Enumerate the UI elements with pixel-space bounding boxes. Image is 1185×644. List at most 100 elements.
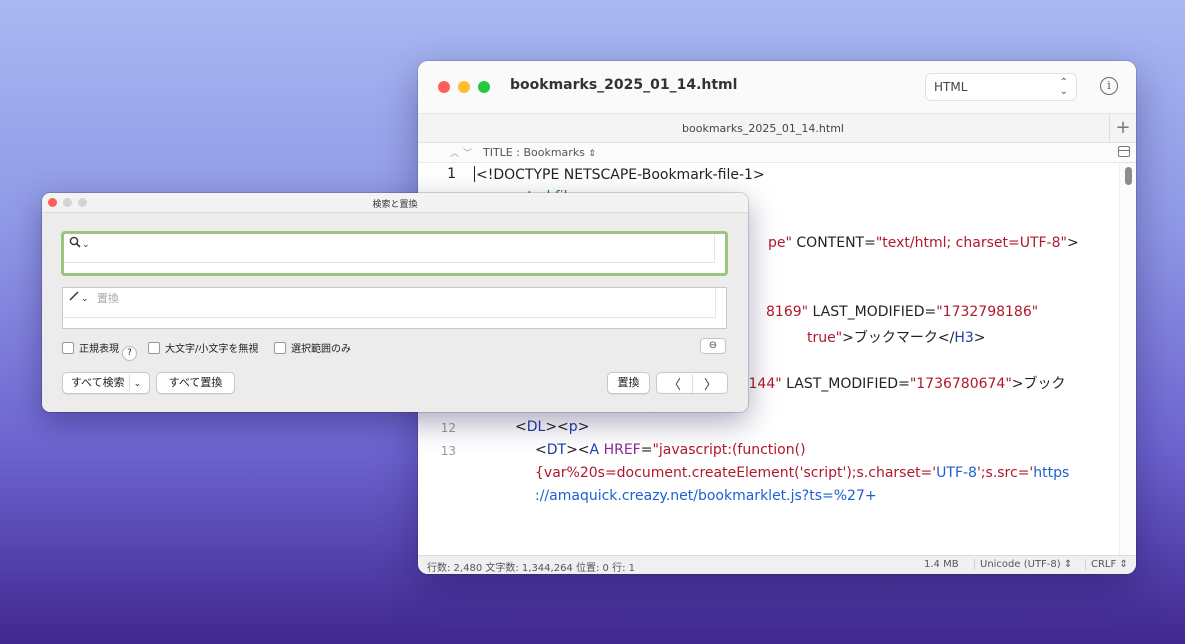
ignore-case-option[interactable]: 大文字/小文字を無視 [148, 340, 258, 355]
code-token: 8169" [766, 304, 809, 320]
encoding-select[interactable]: Unicode (UTF-8) ⇕ [974, 559, 1072, 570]
ignore-case-checkbox[interactable] [148, 342, 160, 354]
code-line[interactable]: 12 <DL><p> [418, 418, 1123, 440]
code-token: {var%20s=document.createElement('script'… [535, 465, 937, 481]
code-token: >ブック [1011, 376, 1066, 392]
code-text: <!DOCTYPE NETSCAPE-Bookmark-file-1> [474, 166, 765, 183]
code-token: < [535, 442, 547, 458]
code-text: <DT><A HREF="javascript:(function() [535, 442, 806, 458]
line-number: 13 [440, 444, 456, 458]
replace-all-button[interactable]: すべて置換 [156, 372, 235, 394]
code-token: DT [546, 442, 567, 458]
document-info: 行数: 2,480 文字数: 1,344,264 位置: 0 行: 1 [427, 563, 635, 574]
replace-input[interactable]: ⌄ 置換 [62, 287, 727, 329]
outline-nav-arrows-icon[interactable]: ︿﹀ [450, 146, 476, 159]
outline-menu[interactable]: TITLE : Bookmarks ⇕ [483, 146, 596, 159]
code-token: < [515, 419, 527, 435]
syntax-style-value: HTML [934, 80, 968, 94]
code-line[interactable]: 13 <DT><A HREF="javascript:(function() [418, 441, 1123, 463]
code-token: ://amaquick.creazy.net/bookmarklet.js?ts… [535, 488, 877, 504]
code-text: true">ブックマーク</H3> [807, 327, 986, 347]
replace-button[interactable]: 置換 [607, 372, 650, 394]
code-token: pe" [768, 235, 792, 251]
code-token: LAST_MODIFIED= [808, 304, 937, 320]
in-selection-label: 選択範囲のみ [291, 344, 351, 355]
help-button[interactable]: ? [122, 346, 137, 361]
find-previous-button[interactable]: 〈 [657, 374, 693, 393]
chevron-down-icon: ⌄ [81, 294, 89, 304]
code-token: https [1033, 465, 1070, 481]
code-token: "1732798186" [936, 304, 1039, 320]
find-next-button[interactable]: 〉 [693, 374, 728, 393]
close-button[interactable] [438, 81, 450, 93]
info-icon[interactable]: i [1100, 77, 1118, 95]
code-token: "1736780674" [909, 376, 1012, 392]
navigation-bar: ︿﹀ TITLE : Bookmarks ⇕ [418, 143, 1136, 163]
code-token: UTF-8 [936, 465, 977, 481]
code-token: >< [545, 419, 569, 435]
panel-titlebar: 検索と置換 [42, 193, 748, 213]
regex-option[interactable]: 正規表現? [62, 340, 137, 361]
code-token: HREF [599, 442, 641, 458]
find-all-button[interactable]: すべて検索 ⌄ [62, 372, 150, 394]
scrollbar-thumb[interactable] [1125, 167, 1132, 185]
code-token: >ブックマーク</ [842, 330, 955, 346]
code-token: = [640, 442, 653, 458]
code-token: >< [566, 442, 590, 458]
code-token: > [577, 419, 590, 435]
find-input[interactable]: ⌄ [61, 231, 728, 276]
chevron-updown-icon: ⇕ [1063, 559, 1073, 570]
code-line[interactable]: 1 <!DOCTYPE NETSCAPE-Bookmark-file-1> [418, 165, 1123, 187]
vertical-scrollbar[interactable] [1119, 163, 1136, 555]
find-navigation: 〈 〉 [656, 372, 728, 394]
replace-input-text-area[interactable] [63, 288, 716, 318]
more-options-icon[interactable]: ⊖ [700, 338, 726, 354]
in-selection-checkbox[interactable] [274, 342, 286, 354]
code-text: {var%20s=document.createElement('script'… [535, 465, 1069, 481]
chevron-down-icon: ⌄ [82, 240, 90, 250]
tab-bar: bookmarks_2025_01_14.html + [418, 113, 1136, 143]
code-token: "text/html; charset=UTF-8" [875, 235, 1067, 251]
regex-label: 正規表現 [79, 344, 119, 355]
find-all-label: すべて検索 [70, 376, 125, 389]
find-input-text-area[interactable] [64, 234, 715, 263]
code-text: <DL><p> [515, 419, 589, 435]
chevron-updown-icon: ⇕ [588, 149, 596, 159]
pencil-icon[interactable]: ⌄ [68, 290, 89, 304]
code-line[interactable]: ://amaquick.creazy.net/bookmarklet.js?ts… [418, 487, 1123, 509]
code-token: CONTENT= [791, 235, 876, 251]
zoom-button[interactable] [478, 81, 490, 93]
add-tab-button[interactable]: + [1109, 114, 1136, 142]
in-selection-option[interactable]: 選択範囲のみ [274, 340, 351, 355]
line-ending-select[interactable]: CRLF ⇕ [1085, 559, 1128, 570]
syntax-style-select[interactable]: HTML ⌃ ⌄ [925, 73, 1077, 101]
code-token: > [1066, 235, 1079, 251]
tab-document[interactable]: bookmarks_2025_01_14.html [418, 122, 1108, 135]
code-line[interactable]: {var%20s=document.createElement('script'… [418, 464, 1123, 486]
code-token: DL [526, 419, 546, 435]
encoding-value: Unicode (UTF-8) [980, 559, 1061, 570]
split-editor-icon[interactable] [1118, 146, 1130, 157]
status-bar: 行数: 2,480 文字数: 1,344,264 位置: 0 行: 1 1.4 … [418, 555, 1136, 574]
code-token: H3 [954, 330, 974, 346]
code-token: <!DOCTYPE NETSCAPE-Bookmark-file-1> [476, 167, 765, 183]
chevron-down-icon[interactable]: ⌄ [128, 374, 141, 394]
code-token: ';s.src=' [976, 465, 1034, 481]
code-token: p [568, 419, 578, 435]
chevron-updown-icon: ⇕ [1119, 559, 1128, 570]
editor-titlebar: bookmarks_2025_01_14.html HTML ⌃ ⌄ i [418, 61, 1136, 113]
replace-placeholder: 置換 [97, 292, 119, 305]
regex-checkbox[interactable] [62, 342, 74, 354]
code-token: > [973, 330, 986, 346]
file-size: 1.4 MB [924, 559, 959, 570]
text-caret [474, 166, 475, 182]
code-token: A [589, 442, 600, 458]
ignore-case-label: 大文字/小文字を無視 [165, 344, 259, 355]
window-title: bookmarks_2025_01_14.html [510, 77, 738, 93]
code-text: pe" CONTENT="text/html; charset=UTF-8"> [768, 235, 1079, 251]
search-icon[interactable]: ⌄ [69, 236, 90, 250]
minimize-button[interactable] [458, 81, 470, 93]
code-token: LAST_MODIFIED= [781, 376, 910, 392]
code-text: ://amaquick.creazy.net/bookmarklet.js?ts… [535, 488, 877, 504]
line-number: 12 [440, 421, 456, 435]
